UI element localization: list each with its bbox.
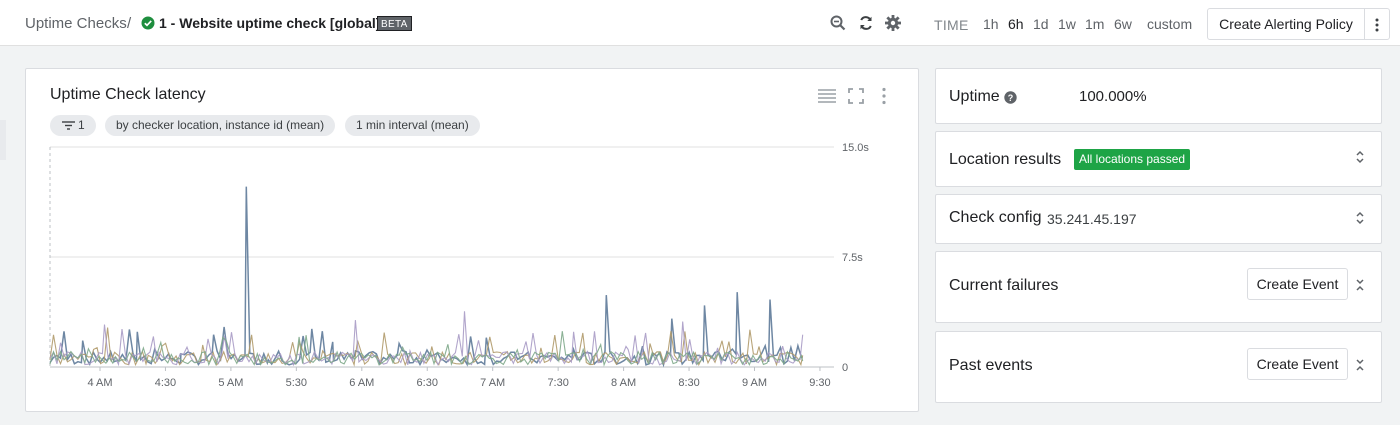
expand-icon[interactable] xyxy=(1354,149,1366,165)
collapse-icon[interactable] xyxy=(1354,277,1366,293)
x-tick-label: 8:30 xyxy=(678,377,699,389)
check-circle-icon xyxy=(141,16,155,30)
top-bar: Uptime Checks / 1 - Website uptime check… xyxy=(0,0,1400,46)
x-tick-label: 6:30 xyxy=(417,377,438,389)
x-tick-label: 7:30 xyxy=(547,377,568,389)
x-tick-label: 9:30 xyxy=(809,377,830,389)
help-icon[interactable]: ? xyxy=(1004,91,1017,104)
check-config-label: Check config xyxy=(949,209,1042,226)
page-title: 1 - Website uptime check [global] xyxy=(159,15,381,31)
collapse-icon[interactable] xyxy=(1354,357,1366,373)
past-events-panel: Past events Create Event xyxy=(935,331,1382,403)
range-custom[interactable]: custom xyxy=(1147,16,1192,32)
past-events-label: Past events xyxy=(949,357,1033,374)
current-failures-panel: Current failures Create Event xyxy=(935,251,1382,323)
header-more-button[interactable] xyxy=(1364,8,1390,40)
check-config-panel[interactable]: Check config 35.241.45.197 xyxy=(935,194,1382,244)
y-tick-label: 15.0s xyxy=(842,142,869,154)
latency-chart[interactable]: 15.0s 7.5s 0 4 AM 4:30 5 AM 5:30 6 AM 6:30 7 AM 7:… xyxy=(26,69,920,413)
zoom-out-icon[interactable] xyxy=(829,14,847,32)
x-tick-label: 5:30 xyxy=(286,377,307,389)
beta-badge: BETA xyxy=(377,16,412,31)
uptime-value: 100.000% xyxy=(1079,88,1147,105)
range-6h[interactable]: 6h xyxy=(1008,16,1024,32)
uptime-panel: Uptime ? 100.000% xyxy=(935,68,1382,124)
refresh-icon[interactable] xyxy=(857,14,875,32)
range-1d[interactable]: 1d xyxy=(1033,16,1049,32)
time-label: TIME xyxy=(934,17,969,33)
location-results-label: Location results xyxy=(949,151,1062,168)
series-line xyxy=(49,186,804,368)
create-event-button[interactable]: Create Event xyxy=(1247,268,1348,300)
gear-icon[interactable] xyxy=(884,14,902,32)
status-badge: All locations passed xyxy=(1074,149,1191,170)
x-tick-label: 4:30 xyxy=(155,377,176,389)
breadcrumb-separator: / xyxy=(127,15,132,32)
create-alerting-policy-button[interactable]: Create Alerting Policy xyxy=(1207,8,1365,40)
y-tick-label: 7.5s xyxy=(842,252,863,264)
range-1w[interactable]: 1w xyxy=(1058,16,1076,32)
x-tick-label: 7 AM xyxy=(480,377,505,389)
expand-icon[interactable] xyxy=(1354,210,1366,226)
latency-chart-card: Uptime Check latency 1 by checker locati… xyxy=(25,68,919,412)
uptime-label: Uptime xyxy=(949,88,1000,105)
create-event-button[interactable]: Create Event xyxy=(1247,348,1348,380)
range-1h[interactable]: 1h xyxy=(983,16,999,32)
x-tick-label: 5 AM xyxy=(218,377,243,389)
range-6w[interactable]: 6w xyxy=(1114,16,1132,32)
check-config-ip: 35.241.45.197 xyxy=(1047,211,1137,227)
current-failures-label: Current failures xyxy=(949,277,1059,294)
more-vert-icon xyxy=(1375,18,1379,32)
y-tick-label: 0 xyxy=(842,362,848,374)
range-1m[interactable]: 1m xyxy=(1085,16,1104,32)
breadcrumb-uptime-checks[interactable]: Uptime Checks xyxy=(25,15,127,32)
x-tick-label: 9 AM xyxy=(742,377,767,389)
svg-text:?: ? xyxy=(1008,93,1014,103)
location-results-panel[interactable]: Location results All locations passed xyxy=(935,131,1382,187)
left-edge-strip xyxy=(0,120,6,160)
x-tick-label: 8 AM xyxy=(611,377,636,389)
x-tick-label: 4 AM xyxy=(87,377,112,389)
x-tick-label: 6 AM xyxy=(349,377,374,389)
